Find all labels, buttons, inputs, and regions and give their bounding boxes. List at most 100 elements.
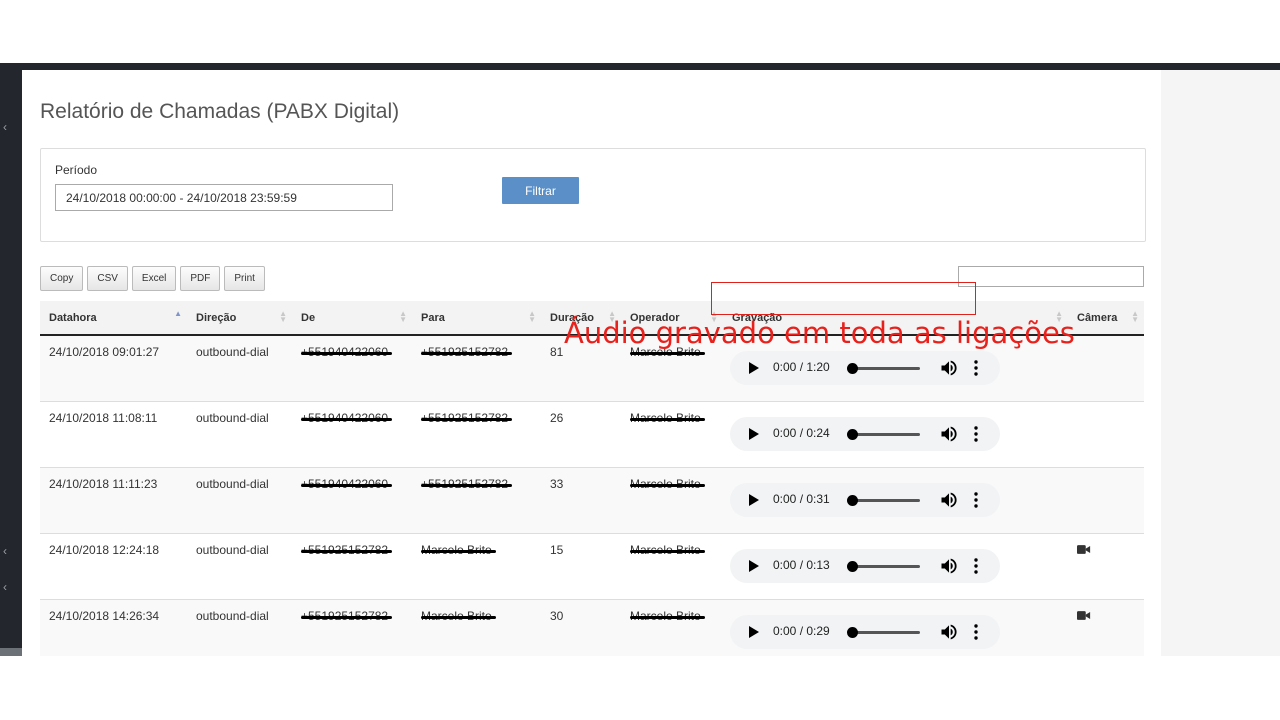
period-input[interactable] xyxy=(55,184,393,211)
redacted-number: +551940422060 xyxy=(301,345,393,359)
redacted-operator: Marcelo Brito xyxy=(630,410,705,425)
pdf-button[interactable]: PDF xyxy=(180,266,221,291)
cell-de: +551940422060 xyxy=(292,335,412,402)
cell-datahora: 24/10/2018 12:24:18 xyxy=(40,533,187,600)
video-camera-icon[interactable] xyxy=(1077,544,1093,556)
redacted-number: +551925152782 xyxy=(421,345,513,359)
audio-progress-track[interactable] xyxy=(850,630,920,634)
cell-gravacao: 0:00 / 0:13 xyxy=(723,533,1068,600)
column-header-camera[interactable]: Câmera ▲ ▼ xyxy=(1068,301,1144,336)
redacted-number: +551940422060 xyxy=(301,410,393,425)
chevron-left-icon[interactable]: ‹ xyxy=(3,544,7,558)
cell-datahora: 24/10/2018 11:08:11 xyxy=(40,401,187,468)
audio-progress-thumb[interactable] xyxy=(847,560,858,572)
play-icon[interactable] xyxy=(749,559,759,572)
csv-button[interactable]: CSV xyxy=(87,266,128,291)
highlight-box xyxy=(711,282,976,315)
cell-direcao: outbound-dial xyxy=(187,335,292,402)
cell-operador: Marcelo Brito xyxy=(621,599,723,656)
cell-camera xyxy=(1068,401,1144,468)
cell-duracao: 30 xyxy=(541,599,621,656)
column-label: Câmera xyxy=(1077,311,1118,324)
audio-progress-thumb[interactable] xyxy=(847,494,858,506)
play-icon[interactable] xyxy=(749,493,759,506)
more-vert-icon[interactable] xyxy=(974,623,978,640)
filter-button[interactable]: Filtrar xyxy=(502,177,579,204)
cell-camera xyxy=(1068,335,1144,402)
copy-button[interactable]: Copy xyxy=(40,266,84,291)
volume-icon[interactable] xyxy=(939,490,959,510)
cell-para: +551925152782 xyxy=(412,335,541,402)
audio-time: 0:00 / 0:29 xyxy=(773,623,830,638)
play-icon[interactable] xyxy=(749,362,759,374)
more-vert-icon[interactable] xyxy=(974,557,978,574)
more-vert-icon[interactable] xyxy=(974,425,978,442)
audio-progress-track[interactable] xyxy=(850,432,920,436)
search-input[interactable] xyxy=(958,266,1144,287)
play-icon[interactable] xyxy=(749,427,759,440)
table-row: 24/10/2018 11:08:11 outbound-dial +5519404… xyxy=(40,401,1144,468)
cell-de: +551925152782 xyxy=(292,533,412,600)
sort-icon: ▲ ▼ xyxy=(279,309,287,324)
redacted-number: +551925152782 xyxy=(301,608,393,623)
cell-para: Marcelo Brito xyxy=(412,533,541,600)
top-dark-bar xyxy=(0,63,1280,70)
audio-player: 0:00 / 0:29 xyxy=(730,614,1000,649)
audio-player: 0:00 / 1:20 xyxy=(730,351,1000,385)
audio-time: 0:00 / 0:24 xyxy=(773,425,830,440)
play-icon[interactable] xyxy=(749,625,759,638)
more-vert-icon[interactable] xyxy=(974,360,978,376)
cell-datahora: 24/10/2018 09:01:27 xyxy=(40,335,187,402)
cell-gravacao: 0:00 / 0:31 xyxy=(723,467,1068,534)
cell-operador: Marcelo Brito xyxy=(621,533,723,600)
column-header-para[interactable]: Para ▲ ▼ xyxy=(412,301,541,336)
audio-time: 0:00 / 0:13 xyxy=(773,557,830,572)
cell-duracao: 15 xyxy=(541,533,621,600)
table-row: 24/10/2018 14:26:34 outbound-dial +5519251… xyxy=(40,599,1144,656)
left-sidebar: ‹ ‹ ‹ xyxy=(0,70,22,656)
cell-direcao: outbound-dial xyxy=(187,467,292,534)
cell-de: +551925152782 xyxy=(292,599,412,656)
chevron-left-icon[interactable]: ‹ xyxy=(3,580,7,594)
cell-de: +551940422060 xyxy=(292,467,412,534)
column-header-de[interactable]: De ▲ ▼ xyxy=(292,301,412,336)
excel-button[interactable]: Excel xyxy=(131,266,177,291)
volume-icon[interactable] xyxy=(939,424,959,444)
cell-para: +551925152782 xyxy=(412,401,541,468)
column-header-direcao[interactable]: Direção ▲ ▼ xyxy=(187,301,292,336)
audio-progress-track[interactable] xyxy=(850,564,920,568)
cell-datahora: 24/10/2018 14:26:34 xyxy=(40,599,187,656)
cell-operador: Marcelo Brito xyxy=(621,401,723,468)
annotation-text: Áudio gravado em toda as ligações xyxy=(564,316,1075,350)
cell-de: +551940422060 xyxy=(292,401,412,468)
cell-camera xyxy=(1068,467,1144,534)
audio-progress-track[interactable] xyxy=(850,498,920,502)
column-label: Datahora xyxy=(49,311,97,324)
volume-icon[interactable] xyxy=(939,622,959,642)
volume-icon[interactable] xyxy=(939,556,959,576)
cell-para: +551925152782 xyxy=(412,467,541,534)
cell-gravacao: 0:00 / 0:24 xyxy=(723,401,1068,468)
chevron-left-icon[interactable]: ‹ xyxy=(3,120,7,134)
redacted-operator: Marcelo Brito xyxy=(630,542,705,557)
print-button[interactable]: Print xyxy=(224,266,265,291)
redacted-number: Marcelo Brito xyxy=(421,542,496,557)
redacted-number: +551925152782 xyxy=(421,476,513,491)
audio-progress-thumb[interactable] xyxy=(847,428,858,440)
audio-progress-thumb[interactable] xyxy=(847,363,858,374)
cell-duracao: 26 xyxy=(541,401,621,468)
column-label: Para xyxy=(421,311,445,324)
redacted-operator: Marcelo Brito xyxy=(630,476,705,491)
cell-duracao: 33 xyxy=(541,467,621,534)
column-header-datahora[interactable]: Datahora ▲ xyxy=(40,301,187,336)
sort-asc-icon: ▲ xyxy=(174,309,182,318)
more-vert-icon[interactable] xyxy=(974,491,978,508)
volume-icon[interactable] xyxy=(939,358,959,378)
audio-progress-track[interactable] xyxy=(850,367,920,370)
audio-time: 0:00 / 0:31 xyxy=(773,491,830,506)
audio-time: 0:00 / 1:20 xyxy=(773,360,830,374)
video-camera-icon[interactable] xyxy=(1077,610,1093,622)
audio-progress-thumb[interactable] xyxy=(847,626,858,638)
column-label: Direção xyxy=(196,311,237,324)
redacted-operator: Marcelo Brito xyxy=(630,608,705,623)
